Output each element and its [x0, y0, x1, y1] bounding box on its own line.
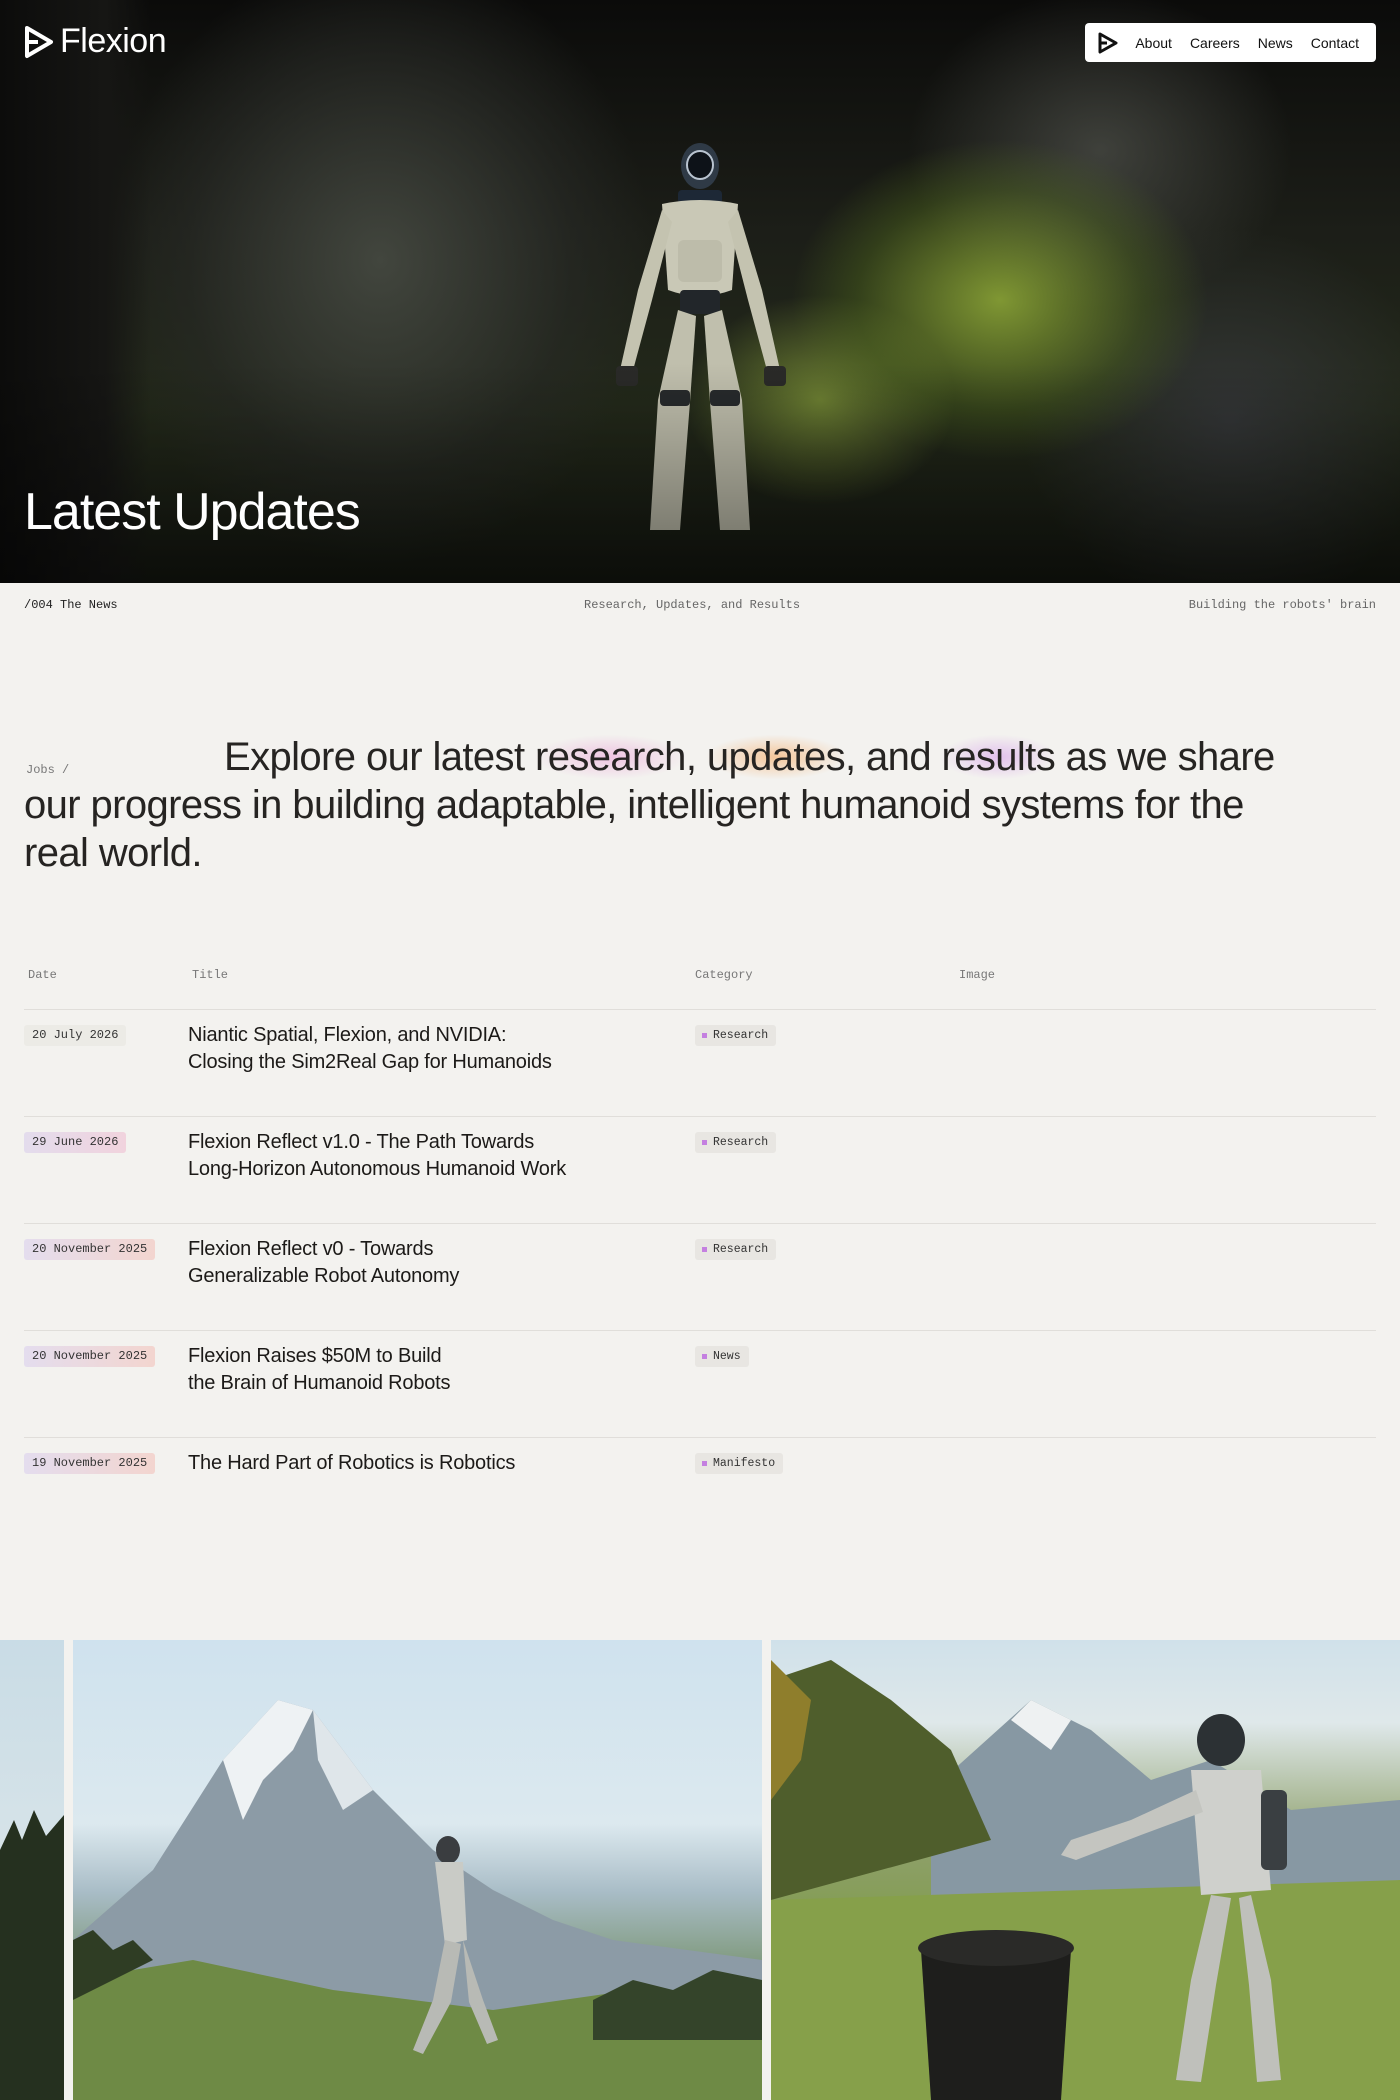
news-title[interactable]: Flexion Reflect v0 - Towards Generalizab…	[188, 1236, 608, 1290]
column-header-category: Category	[695, 968, 753, 982]
news-table-body: 20 July 2026 Niantic Spatial, Flexion, a…	[24, 1010, 1376, 1545]
highlight-updates: updates	[706, 735, 846, 779]
category-label: Research	[713, 1136, 769, 1149]
section-label: /004 The News	[24, 598, 118, 612]
nav-logo-icon[interactable]	[1097, 32, 1119, 54]
news-row[interactable]: 20 July 2026 Niantic Spatial, Flexion, a…	[24, 1010, 1376, 1117]
gallery-image-edge	[0, 1640, 64, 2100]
category-dot-icon	[702, 1033, 707, 1038]
date-badge: 20 July 2026	[24, 1025, 127, 1046]
highlight-results: results	[941, 735, 1056, 779]
section-meta-strip: /004 The News Research, Updates, and Res…	[24, 598, 1376, 616]
date-badge: 20 November 2025	[24, 1239, 156, 1260]
intro-and: , and	[845, 735, 942, 779]
gallery-image-robot-trash	[771, 1640, 1400, 2100]
hero-section: Flexion About Careers News Contact Lates…	[0, 0, 1400, 583]
nav-contact-link[interactable]: Contact	[1311, 35, 1359, 51]
nav-news-link[interactable]: News	[1258, 35, 1293, 51]
intro-paragraph: Explore our latest research, updates, an…	[24, 733, 1284, 877]
category-label: Manifesto	[713, 1457, 776, 1470]
nav-about-link[interactable]: About	[1135, 35, 1172, 51]
news-row[interactable]: 29 June 2026 Flexion Reflect v1.0 - The …	[24, 1117, 1376, 1224]
news-title[interactable]: Niantic Spatial, Flexion, and NVIDIA: Cl…	[188, 1022, 608, 1076]
category-dot-icon	[702, 1247, 707, 1252]
category-tag: News	[695, 1346, 749, 1367]
nav-careers-link[interactable]: Careers	[1190, 35, 1240, 51]
category-tag: Research	[695, 1132, 777, 1153]
intro-comma: ,	[685, 735, 707, 779]
top-nav: About Careers News Contact	[1085, 23, 1376, 62]
news-title[interactable]: Flexion Raises $50M to Build the Brain o…	[188, 1343, 608, 1397]
category-tag: Research	[695, 1025, 777, 1046]
news-row[interactable]: 19 November 2025 The Hard Part of Roboti…	[24, 1438, 1376, 1545]
news-row[interactable]: 20 November 2025 Flexion Raises $50M to …	[24, 1331, 1376, 1438]
news-table-header: Date Title Category Image	[24, 968, 1376, 1010]
category-label: Research	[713, 1029, 769, 1042]
date-badge: 29 June 2026	[24, 1132, 127, 1153]
section-tagline: Research, Updates, and Results	[584, 598, 801, 612]
date-badge: 20 November 2025	[24, 1346, 156, 1367]
category-tag: Research	[695, 1239, 777, 1260]
flexion-logo-icon	[25, 25, 53, 58]
column-header-image: Image	[959, 968, 996, 982]
gallery-image-edge-forest	[0, 1810, 64, 2100]
section-motto: Building the robots' brain	[1188, 598, 1376, 612]
category-dot-icon	[702, 1354, 707, 1359]
column-header-title: Title	[192, 968, 229, 982]
date-badge: 19 November 2025	[24, 1453, 156, 1474]
photo-gallery	[0, 1640, 1400, 2100]
brand-logo[interactable]: Flexion	[24, 22, 167, 61]
category-label: Research	[713, 1243, 769, 1256]
mountain-scene-illustration	[73, 1700, 762, 2100]
news-row[interactable]: 20 November 2025 Flexion Reflect v0 - To…	[24, 1224, 1376, 1331]
category-tag: Manifesto	[695, 1453, 784, 1474]
category-dot-icon	[702, 1140, 707, 1145]
category-dot-icon	[702, 1461, 707, 1466]
news-title[interactable]: The Hard Part of Robotics is Robotics	[188, 1450, 608, 1477]
robot-trash-scene-illustration	[771, 1660, 1400, 2100]
category-label: News	[713, 1350, 741, 1363]
hero-shade	[0, 363, 1400, 583]
brand-name: Flexion	[60, 22, 167, 60]
column-header-date: Date	[28, 968, 57, 982]
intro-text-before: Explore our latest	[224, 735, 535, 779]
highlight-research: research	[534, 735, 686, 779]
gallery-image-mountain-robot	[73, 1640, 762, 2100]
page-title: Latest Updates	[24, 483, 361, 541]
news-title[interactable]: Flexion Reflect v1.0 - The Path Towards …	[188, 1129, 608, 1183]
